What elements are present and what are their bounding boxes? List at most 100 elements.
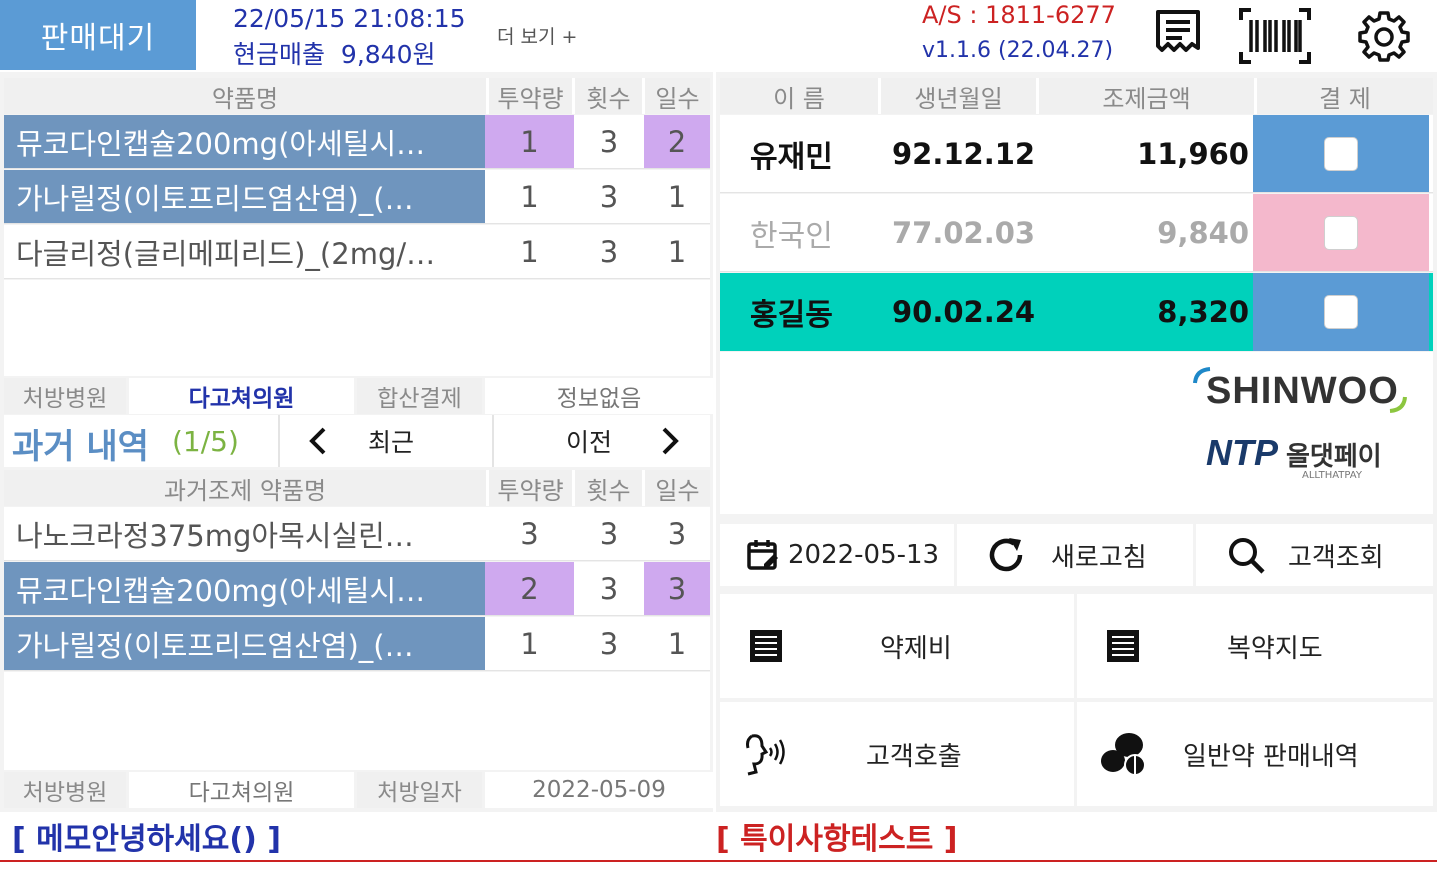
shinwoo-logo: SHINWOO	[1206, 370, 1399, 412]
past-drug-count: 3	[599, 571, 619, 606]
receipt-icon[interactable]	[1150, 6, 1206, 66]
drug-days: 1	[667, 234, 687, 269]
col-past-days: 일수	[645, 470, 710, 506]
datetime-text: 22/05/15 21:08:15	[233, 4, 466, 33]
col-past-count: 횟수	[575, 470, 645, 506]
patient-amount: 9,840	[1157, 215, 1249, 250]
history-row[interactable]: 뮤코다인캡슐200mg(아세틸시… 2 3 3	[4, 562, 710, 616]
col-days: 일수	[645, 78, 710, 114]
drug-name: 가나릴정(이토프리드염산염)_(…	[4, 170, 485, 223]
recent-button[interactable]: 최근	[278, 415, 494, 467]
col-amount: 조제금액	[1039, 78, 1257, 114]
col-drug-name: 약품명	[4, 78, 489, 114]
past-drug-days: 3	[644, 562, 710, 615]
document-list-icon	[750, 630, 782, 662]
cash-sales-value: 9,840원	[340, 40, 436, 69]
special-note-text[interactable]: [ 특이사항테스트 ]	[716, 814, 958, 858]
current-info-row: 처방병원 다고쳐의원 합산결제 정보없음	[4, 378, 713, 414]
version-text: v1.1.6 (22.04.27)	[922, 38, 1114, 63]
payment-checkbox[interactable]	[1324, 136, 1358, 171]
voice-call-icon	[746, 734, 785, 776]
history-row[interactable]: 나노크라정375mg아목시실린… 3 3 3	[4, 507, 710, 561]
payment-cell	[1253, 115, 1429, 192]
prescription-date-value: 2022-05-09	[485, 772, 713, 808]
header-bar: 판매대기 22/05/15 21:08:15 현금매출 9,840원 더 보기 …	[0, 0, 1437, 72]
drug-row[interactable]: 뮤코다인캡슐200mg(아세틸시… 1 3 2	[4, 115, 710, 169]
pills-icon	[1101, 733, 1146, 776]
shinwoo-swoosh-green-icon	[1389, 396, 1407, 413]
patient-row[interactable]: 유재민 92.12.12 11,960	[720, 115, 1433, 193]
combined-pay-label: 합산결제	[357, 378, 482, 414]
col-past-drug-name: 과거조제 약품명	[4, 470, 489, 506]
past-drug-name: 나노크라정375mg아목시실린…	[16, 518, 414, 553]
payment-cell	[1253, 273, 1429, 351]
past-drug-days: 1	[667, 626, 687, 661]
drug-count: 3	[599, 234, 619, 269]
prescription-panel: 약품명 투약량 횟수 일수 뮤코다인캡슐200mg(아세틸시… 1 3 2 가나…	[0, 72, 713, 812]
payment-cell	[1253, 194, 1429, 271]
prev-button[interactable]: 이전	[494, 415, 710, 467]
footer-divider	[0, 860, 1437, 862]
chevron-right-icon	[662, 427, 679, 455]
refresh-icon	[989, 538, 1023, 572]
drug-days: 2	[644, 115, 710, 168]
patient-birth: 92.12.12	[892, 136, 1036, 171]
drug-name: 뮤코다인캡슐200mg(아세틸시…	[4, 115, 485, 168]
customer-call-button[interactable]: 고객호출	[720, 702, 1074, 806]
patient-panel: 이 름 생년월일 조제금액 결 제 유재민 92.12.12 11,960 한국…	[716, 72, 1437, 812]
col-name: 이 름	[720, 78, 881, 114]
payment-checkbox[interactable]	[1324, 215, 1358, 250]
logo-area: SHINWOO NTP 올댓페이 ALLTHATPAY	[720, 352, 1433, 514]
shinwoo-swoosh-icon	[1193, 367, 1211, 384]
drug-list-empty	[4, 280, 710, 376]
status-button[interactable]: 판매대기	[0, 0, 196, 70]
drug-row[interactable]: 가나릴정(이토프리드염산염)_(… 1 3 1	[4, 170, 710, 224]
patient-amount: 11,960	[1137, 136, 1249, 171]
patient-birth: 77.02.03	[892, 215, 1036, 250]
history-info-row: 처방병원 다고쳐의원 처방일자 2022-05-09	[4, 772, 713, 808]
past-drug-count: 3	[599, 626, 619, 661]
otc-history-button[interactable]: 일반약 판매내역	[1077, 702, 1433, 806]
customer-search-label: 고객조회	[1288, 542, 1384, 573]
customer-search-button[interactable]: 고객조회	[1196, 524, 1433, 586]
date-button[interactable]: 2022-05-13	[720, 524, 954, 586]
search-icon	[1229, 538, 1265, 574]
prev-label: 이전	[566, 428, 613, 457]
past-drug-dose: 3	[520, 516, 539, 551]
refresh-label: 새로고침	[1051, 542, 1147, 573]
date-value: 2022-05-13	[788, 540, 940, 570]
drug-fee-label: 약제비	[880, 633, 952, 664]
patient-row[interactable]: 한국인 77.02.03 9,840	[720, 194, 1433, 272]
col-payment: 결 제	[1257, 78, 1433, 114]
history-nav: 과거 내역 (1/5) 최근 이전	[4, 415, 710, 467]
history-row[interactable]: 가나릴정(이토프리드염산염)_(… 1 3 1	[4, 617, 710, 671]
drug-dose: 1	[520, 234, 539, 269]
recent-label: 최근	[368, 428, 415, 457]
memo-text[interactable]: [ 메모안녕하세요() ]	[12, 814, 281, 858]
drug-count: 3	[599, 124, 619, 159]
payment-checkbox[interactable]	[1324, 295, 1358, 329]
patient-name: 한국인	[750, 218, 833, 254]
history-list-empty	[4, 672, 710, 770]
drug-days: 1	[667, 179, 687, 214]
col-count: 횟수	[575, 78, 645, 114]
prescription-date-label: 처방일자	[357, 772, 482, 808]
cash-sales-label: 현금매출	[233, 40, 326, 69]
past-hospital-label: 처방병원	[4, 772, 126, 808]
drug-row[interactable]: 다글리정(글리메피리드)_(2mg/… 1 3 1	[4, 225, 710, 279]
guidance-button[interactable]: 복약지도	[1077, 594, 1433, 698]
more-link[interactable]: 더 보기 +	[497, 22, 577, 49]
customer-call-label: 고객호출	[866, 741, 962, 772]
patient-amount: 8,320	[1157, 295, 1249, 329]
barcode-icon[interactable]	[1238, 6, 1312, 66]
patient-row[interactable]: 홍길동 90.02.24 8,320	[720, 273, 1433, 351]
patient-name: 유재민	[750, 139, 833, 175]
drug-fee-button[interactable]: 약제비	[720, 594, 1074, 698]
col-birth: 생년월일	[881, 78, 1039, 114]
history-page: (1/5)	[172, 425, 239, 458]
past-drug-dose: 1	[520, 626, 539, 661]
refresh-button[interactable]: 새로고침	[957, 524, 1193, 586]
gear-icon[interactable]	[1356, 6, 1412, 66]
col-past-dose: 투약량	[489, 470, 575, 506]
history-title: 과거 내역	[12, 427, 149, 467]
